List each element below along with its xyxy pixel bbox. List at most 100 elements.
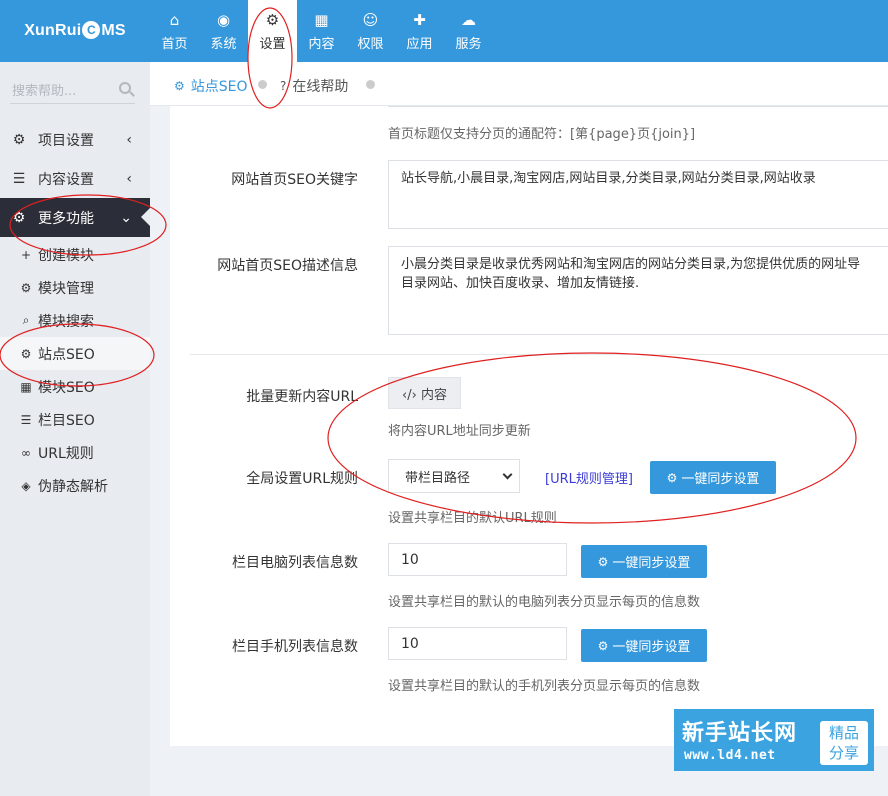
sync-button-label: 一键同步设置 (612, 556, 691, 571)
nav-label: 权限 (357, 36, 384, 52)
watermark-badge: 精品 分享 (820, 721, 868, 765)
watermark-title: 新手站长网 (682, 721, 798, 746)
sidebar-item-label: 栏目SEO (38, 412, 95, 429)
sidebar-item-label: 创建模块 (38, 247, 94, 264)
nav-label: 内容 (308, 36, 335, 52)
tab-bar: ⚙ 站点SEO ? 在线帮助 (150, 62, 888, 106)
url-rule-help: 设置共享栏目的默认URL规则 (388, 511, 557, 526)
mobile-count-label: 栏目手机列表信息数 (232, 639, 358, 655)
url-rule-selected: 带栏目路径 (405, 470, 471, 486)
pc-count-label: 栏目电脑列表信息数 (232, 555, 358, 571)
title-help: 首页标题仅支持分页的通配符：[第{page}页{join}] (388, 127, 696, 142)
nav-label: 应用 (406, 36, 433, 52)
watermark-badge-line2: 分享 (828, 744, 859, 762)
batch-url-label: 批量更新内容URL (246, 389, 358, 405)
url-rule-select[interactable]: 带栏目路径 (388, 459, 520, 493)
list-icon: ☰ (20, 412, 32, 427)
sidebar-search[interactable]: 搜索帮助... (10, 78, 135, 104)
sidebar: 搜索帮助... ⚙ 项目设置 ‹ ☰ 内容设置 ‹ ⚙ 更多功能 ⌄ + 创建模块… (0, 62, 151, 796)
url-rule-manage-link[interactable]: [URL规则管理] (545, 468, 633, 487)
sidebar-item-create-module[interactable]: + 创建模块 (0, 238, 150, 271)
sidebar-item-label: 模块管理 (38, 280, 94, 297)
nav-label: 系统 (210, 36, 237, 52)
cogs-icon: ⚙ (20, 280, 32, 295)
keywords-label: 网站首页SEO关键字 (231, 172, 358, 188)
keywords-textarea[interactable]: 站长导航,小晨目录,淘宝网店,网站目录,分类目录,网站分类目录,网站收录 (388, 160, 888, 229)
question-icon: ? (280, 79, 287, 93)
sidebar-item-label: 伪静态解析 (38, 478, 108, 495)
sync-button-label: 一键同步设置 (681, 472, 760, 487)
main-area: ⚙ 站点SEO ? 在线帮助 首页标题仅支持分页的通配符：[第{page}页{joi… (150, 62, 888, 796)
sidebar-item-module-seo[interactable]: ▦ 模块SEO (0, 370, 150, 403)
sidebar-item-rewrite[interactable]: ◈ 伪静态解析 (0, 469, 150, 502)
tab-site-seo[interactable]: ⚙ 站点SEO (174, 76, 248, 96)
sidebar-item-site-seo[interactable]: ⚙ 站点SEO (0, 337, 150, 370)
nav-settings[interactable]: ⚙ 设置 (248, 0, 297, 62)
tab-online-help[interactable]: ? 在线帮助 (280, 76, 348, 96)
sidebar-item-label: 站点SEO (38, 346, 95, 363)
puzzle-icon: ✚ (413, 10, 426, 29)
chevron-left-icon: ‹ (126, 170, 132, 187)
pc-count-sync-button[interactable]: ⚙ 一键同步设置 (581, 545, 707, 578)
description-textarea[interactable]: 小晨分类目录是收录优秀网站和淘宝网店的网站分类目录,为您提供优质的网址导 目录网站… (388, 246, 888, 335)
nav-system[interactable]: ◉ 系统 (199, 0, 248, 62)
sidebar-item-column-seo[interactable]: ☰ 栏目SEO (0, 403, 150, 436)
cogs-icon: ⚙ (12, 209, 26, 226)
section-divider (190, 354, 888, 355)
code-icon: ◈ (21, 478, 31, 493)
batch-content-button[interactable]: ‹/› 内容 (388, 377, 461, 409)
mobile-count-sync-button[interactable]: ⚙ 一键同步设置 (581, 629, 707, 662)
gear-icon: ⚙ (174, 79, 185, 93)
description-line-2: 目录网站、加快百度收录、增加友情链接. (401, 276, 640, 291)
search-icon[interactable] (119, 82, 131, 94)
brand-badge: C (82, 21, 101, 39)
sidebar-section-label: 内容设置 (38, 171, 94, 188)
keywords-value: 站长导航,小晨目录,淘宝网店,网站目录,分类目录,网站分类目录,网站收录 (401, 171, 816, 186)
tab-dot (366, 80, 375, 89)
brand-logo[interactable]: XunRui C MS (0, 0, 150, 62)
top-bar: XunRui C MS ⌂ 首页 ◉ 系统 ⚙ 设置 ▦ 内容 ☺ 权限 ✚ 应用 ☁ 服务 (0, 0, 888, 62)
watermark-badge-line1: 精品 (828, 724, 859, 742)
watermark-url: www.ld4.net (684, 748, 776, 763)
url-rule-label: 全局设置URL规则 (246, 471, 358, 487)
sidebar-section-project-settings[interactable]: ⚙ 项目设置 ‹ (0, 120, 150, 159)
nav-label: 设置 (259, 36, 286, 52)
link-icon: ∞ (21, 445, 31, 460)
form-panel: 首页标题仅支持分页的通配符：[第{page}页{join}] 网站首页SEO关键… (170, 106, 888, 746)
nav-label: 服务 (455, 36, 482, 52)
cogs-icon: ⚙ (265, 10, 280, 29)
sidebar-item-label: 模块搜索 (38, 313, 94, 330)
chevron-down-icon (502, 469, 513, 480)
globe-icon: ◉ (216, 10, 231, 29)
home-icon: ⌂ (169, 10, 180, 29)
url-rule-sync-button[interactable]: ⚙ 一键同步设置 (650, 461, 776, 494)
batch-url-help: 将内容URL地址同步更新 (388, 424, 531, 439)
gear-icon: ⚙ (597, 554, 609, 569)
sidebar-item-module-search[interactable]: ⌕ 模块搜索 (0, 304, 150, 337)
nav-content[interactable]: ▦ 内容 (297, 0, 346, 62)
chevron-left-icon: ‹ (126, 131, 132, 148)
sidebar-item-url-rules[interactable]: ∞ URL规则 (0, 436, 150, 469)
sidebar-item-module-manage[interactable]: ⚙ 模块管理 (0, 271, 150, 304)
sidebar-section-more-features[interactable]: ⚙ 更多功能 ⌄ (0, 198, 151, 237)
search-input[interactable]: 搜索帮助... (12, 80, 76, 99)
cloud-icon: ☁ (461, 10, 476, 29)
mobile-count-input[interactable]: 10 (388, 627, 567, 660)
sidebar-item-label: 模块SEO (38, 379, 95, 396)
sidebar-section-content-settings[interactable]: ☰ 内容设置 ‹ (0, 159, 150, 198)
list-icon: ☰ (12, 170, 26, 187)
user-icon: ☺ (362, 10, 379, 29)
nav-services[interactable]: ☁ 服务 (444, 0, 493, 62)
title-input-edge (388, 106, 888, 107)
gear-icon: ⚙ (20, 346, 32, 361)
watermark: 新手站长网 www.ld4.net 精品分享 (674, 709, 874, 771)
tab-label: 在线帮助 (292, 79, 349, 95)
nav-home[interactable]: ⌂ 首页 (150, 0, 199, 62)
nav-apps[interactable]: ✚ 应用 (395, 0, 444, 62)
gear-icon: ⚙ (12, 131, 26, 148)
tab-dot (258, 80, 267, 89)
pc-count-input[interactable]: 10 (388, 543, 567, 576)
nav-label: 首页 (161, 36, 188, 52)
nav-permissions[interactable]: ☺ 权限 (346, 0, 395, 62)
sidebar-section-label: 项目设置 (38, 132, 94, 149)
